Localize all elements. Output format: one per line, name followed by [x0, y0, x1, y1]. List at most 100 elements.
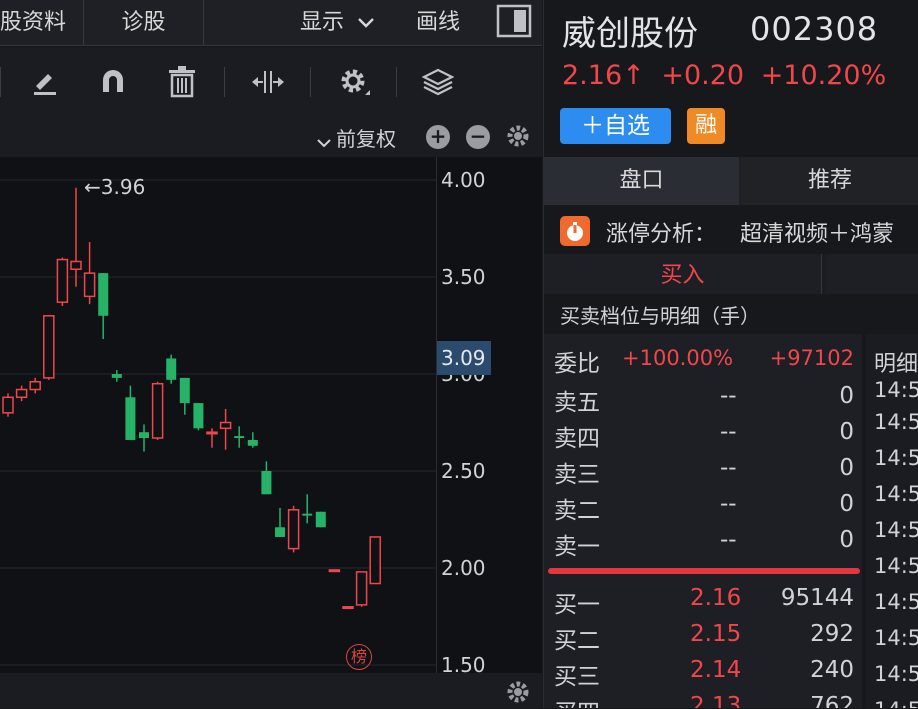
trade-time: 14:5 [874, 410, 918, 434]
bid-row[interactable]: 买二 2.15 292 [544, 618, 862, 654]
candle [70, 187, 82, 287]
limit-up-label: 涨停分析： [606, 222, 717, 247]
bid-label: 买四 [554, 693, 600, 708]
candle-body [193, 403, 204, 429]
candle-body [369, 536, 381, 585]
trade-time: 14:5 [874, 518, 918, 542]
ask-label: 卖三 [554, 462, 600, 488]
tab-display-draw: 显示 画线 [204, 0, 542, 46]
tab-buy[interactable]: 买入 [544, 254, 822, 294]
order-ratio-row: 委比 +100.00% +97102 [544, 340, 862, 380]
ask-volume: 0 [839, 383, 854, 409]
candle [328, 569, 341, 573]
toolbar-divider [0, 67, 1, 97]
price-change-pct: +10.20% [760, 60, 887, 91]
candle [234, 426, 245, 448]
candle-body [206, 431, 218, 435]
candle [2, 393, 14, 417]
candle-body [328, 569, 341, 573]
draw-button[interactable]: 画线 [416, 0, 460, 46]
ask-label: 卖一 [554, 534, 600, 560]
candle-body [219, 421, 232, 430]
gear-icon[interactable] [330, 59, 378, 105]
quote-panel: 威创股份 002308 2.16↑ +0.20 +10.20% ＋自选 融 盘口… [543, 0, 918, 708]
ask-price: -- [720, 419, 737, 445]
ask-row: 卖二 -- 0 [544, 488, 862, 524]
trash-icon[interactable] [158, 59, 206, 105]
tab-profile-label: 股资料 [0, 10, 67, 35]
chart-header: 前复权 + − [0, 117, 542, 157]
trade-time: 14:5 [874, 554, 918, 578]
ask-volume: 0 [839, 527, 854, 553]
candlestick-chart[interactable]: ←3.96 榜 [0, 157, 436, 673]
candle [342, 606, 354, 610]
gear-icon[interactable] [505, 679, 531, 709]
candle-body [234, 436, 245, 439]
limit-up-analysis[interactable]: 涨停分析： 超清视频＋鸿蒙 [544, 208, 918, 252]
candle [261, 461, 272, 495]
candle-body [247, 439, 258, 446]
candle-body [315, 511, 326, 528]
candle-body [302, 513, 313, 516]
bid-label: 买一 [554, 592, 600, 618]
candle-body [2, 396, 14, 414]
add-watchlist-button[interactable]: ＋自选 [560, 108, 671, 144]
candle [43, 315, 55, 380]
tab-diagnose[interactable]: 诊股 [84, 0, 204, 46]
ask-label: 卖五 [554, 390, 600, 416]
candle-body [83, 272, 96, 298]
candle [275, 507, 285, 537]
candle-body [139, 432, 149, 439]
tab-sell[interactable] [826, 254, 918, 294]
layers-icon[interactable] [414, 59, 462, 105]
ask-price: -- [720, 383, 737, 409]
bid-row[interactable]: 买四 2.13 762 [544, 690, 862, 708]
ratio-value: +97102 [769, 346, 854, 370]
margin-trading-badge[interactable]: 融 [687, 108, 725, 144]
resize-horizontal-icon[interactable] [244, 59, 292, 105]
price-axis: 4.00 3.50 3.00 2.50 2.00 1.50 3.09 [436, 157, 542, 677]
ask-label: 卖四 [554, 426, 600, 452]
pen-icon[interactable] [20, 59, 68, 105]
candle-body [151, 382, 164, 439]
candle-body [43, 315, 55, 379]
bid-row[interactable]: 买一 2.16 95144 [544, 582, 862, 618]
display-label: 显示 [300, 10, 345, 35]
candle [29, 377, 41, 394]
bid-price: 2.15 [690, 621, 742, 647]
bid-price: 2.16 [690, 585, 742, 611]
drawing-toolbar [0, 47, 542, 117]
zoom-out-icon[interactable]: − [466, 125, 490, 149]
adjust-mode-dropdown[interactable]: 前复权 [316, 123, 396, 153]
ratio-pct: +100.00% [622, 346, 734, 370]
candle [166, 354, 177, 384]
bid-label: 买二 [554, 628, 600, 654]
bid-price: 2.14 [690, 657, 742, 683]
candle-body [275, 527, 285, 537]
candle [193, 403, 204, 431]
bid-volume: 240 [810, 657, 854, 683]
tab-recommend[interactable]: 推荐 [741, 157, 918, 205]
detail-label: 明细 [874, 352, 918, 377]
rank-badge[interactable]: 榜 [346, 644, 372, 670]
zoom-in-icon[interactable]: + [426, 125, 450, 149]
bid-row[interactable]: 买三 2.14 240 [544, 654, 862, 690]
stock-name: 威创股份 [562, 14, 698, 54]
ask-price: -- [720, 491, 737, 517]
candle [15, 385, 28, 402]
tab-orderbook[interactable]: 盘口 [544, 157, 739, 205]
magnet-icon[interactable] [89, 59, 137, 105]
chevron-down-icon [316, 129, 332, 153]
y-tick-label: 4.00 [441, 168, 486, 192]
candle [151, 381, 164, 440]
candle-body [56, 258, 69, 303]
kline-svg [0, 179, 436, 666]
trade-time: 14:5 [874, 482, 918, 506]
ask-label: 卖二 [554, 498, 600, 524]
chart-settings-gear-icon[interactable] [505, 123, 531, 153]
analysis-icon [560, 216, 590, 246]
tab-profile[interactable]: 股资料 [0, 0, 84, 46]
orderbook: 委比 +100.00% +97102 卖五 -- 0 卖四 -- 0 卖三 --… [544, 334, 862, 708]
display-menu[interactable]: 显示 [300, 0, 375, 46]
ask-volume: 0 [839, 455, 854, 481]
